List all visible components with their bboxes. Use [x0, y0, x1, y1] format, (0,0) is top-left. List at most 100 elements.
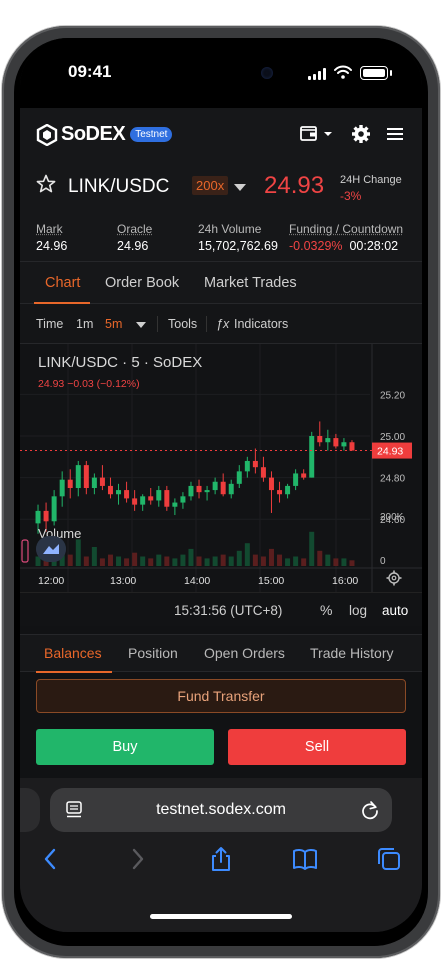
- candle-body: [341, 442, 347, 447]
- wallet-dropdown-icon[interactable]: [300, 124, 334, 144]
- pair-summary: LINK/USDC 200x 24.93 24H Change -3%: [20, 160, 422, 214]
- change-value: -3%: [340, 189, 362, 203]
- market-tabs: Chart Order Book Market Trades: [20, 262, 422, 304]
- interval-dropdown-icon[interactable]: [136, 322, 146, 328]
- stat-label[interactable]: Funding / Countdown: [289, 222, 403, 236]
- percent-scale-button[interactable]: %: [320, 602, 332, 618]
- stat-value: 24.96: [36, 239, 68, 253]
- tab-trade-history[interactable]: Trade History: [310, 645, 394, 661]
- tab-market-trades[interactable]: Market Trades: [204, 275, 297, 291]
- sodex-logo-icon: [36, 123, 58, 146]
- phone-screen: 09:41 SoDEX Testnet LINK/USDC 200x 24.93…: [20, 38, 422, 932]
- volume-bar: [107, 554, 113, 566]
- candle-body: [67, 479, 73, 488]
- candle-body: [349, 442, 355, 451]
- last-price-label: 24.93: [377, 446, 403, 458]
- x-tick-label: 16:00: [332, 575, 358, 587]
- function-icon: ƒx: [216, 317, 230, 331]
- volume-bar: [333, 558, 339, 566]
- volume-bar: [220, 554, 226, 566]
- x-tick-label: 14:00: [184, 575, 210, 587]
- address-bar[interactable]: testnet.sodex.com: [50, 788, 392, 832]
- chart-settings-icon[interactable]: [386, 570, 402, 586]
- candle-body: [132, 498, 138, 505]
- candle-body: [75, 465, 81, 488]
- previous-tab-preview[interactable]: [20, 788, 40, 832]
- tab-balances[interactable]: Balances: [44, 645, 102, 661]
- volume-bar: [341, 558, 347, 566]
- candle-body: [99, 477, 105, 486]
- last-price: 24.93: [264, 172, 325, 199]
- status-bar: 09:41: [20, 38, 422, 108]
- volume-bar: [67, 554, 73, 566]
- stat-funding: Funding / Countdown -0.0329% 00:28:02: [289, 222, 403, 253]
- back-icon[interactable]: [38, 846, 64, 872]
- candle-body: [107, 485, 113, 495]
- volume-bar: [124, 558, 130, 566]
- candle-body: [180, 496, 186, 503]
- candle-body: [285, 485, 291, 495]
- y-tick-label: 24.80: [380, 474, 405, 485]
- candle-body: [260, 467, 266, 478]
- candle-body: [268, 477, 274, 491]
- candle-body: [188, 485, 194, 497]
- buy-button[interactable]: Buy: [36, 729, 214, 765]
- price-chart[interactable]: 25.20 25.00 24.80 24.60 200K 0 24.93 12:00 13:00…: [20, 344, 422, 592]
- interval-1m[interactable]: 1m: [76, 317, 93, 331]
- candle-body: [91, 477, 97, 488]
- reload-icon[interactable]: [360, 800, 380, 820]
- sell-button[interactable]: Sell: [228, 729, 406, 765]
- tradingview-logo-icon[interactable]: [36, 536, 66, 562]
- wifi-icon: [334, 65, 352, 79]
- candle-body: [43, 510, 49, 522]
- candle-body: [148, 496, 154, 501]
- x-tick-label: 13:00: [110, 575, 136, 587]
- interval-5m[interactable]: 5m: [105, 317, 122, 331]
- time-button[interactable]: Time: [36, 317, 63, 331]
- candle-body: [51, 496, 57, 522]
- indicators-button[interactable]: Indicators: [234, 317, 288, 331]
- timezone-clock[interactable]: 15:31:56 (UTC+8): [174, 603, 282, 618]
- candle-body: [228, 483, 234, 495]
- tab-order-book[interactable]: Order Book: [105, 275, 179, 291]
- tab-open-orders[interactable]: Open Orders: [204, 645, 285, 661]
- pair-symbol[interactable]: LINK/USDC: [68, 176, 169, 198]
- stat-label[interactable]: Oracle: [117, 222, 152, 236]
- account-tabs: Balances Position Open Orders Trade Hist…: [20, 634, 422, 673]
- volume-bar: [148, 558, 154, 566]
- volume-bar: [140, 556, 146, 566]
- gear-icon[interactable]: [351, 124, 371, 144]
- tools-button[interactable]: Tools: [168, 317, 197, 331]
- share-icon[interactable]: [208, 846, 234, 872]
- volume-bar: [132, 552, 138, 566]
- leverage-badge[interactable]: 200x: [192, 176, 229, 195]
- candle-body: [196, 485, 202, 493]
- stat-label[interactable]: Mark: [36, 222, 67, 236]
- hamburger-menu-icon[interactable]: [386, 124, 404, 144]
- url-text[interactable]: testnet.sodex.com: [50, 801, 392, 819]
- favorite-star-icon[interactable]: [36, 174, 56, 194]
- brand-logo[interactable]: SoDEX Testnet: [36, 123, 173, 146]
- pair-dropdown-icon[interactable]: [234, 184, 246, 191]
- volume-bar: [99, 558, 105, 566]
- log-scale-button[interactable]: log: [349, 603, 367, 618]
- tab-position[interactable]: Position: [128, 645, 178, 661]
- volume-bar: [91, 547, 97, 566]
- fund-transfer-button[interactable]: Fund Transfer: [36, 679, 406, 713]
- candle-body: [140, 496, 146, 505]
- candle-body: [35, 510, 41, 524]
- volume-bar: [180, 554, 186, 566]
- candle-body: [293, 473, 299, 486]
- volume-bar: [236, 550, 242, 566]
- tab-chart[interactable]: Chart: [45, 275, 80, 291]
- funding-rate: -0.0329%: [289, 239, 343, 253]
- bookmarks-icon[interactable]: [292, 846, 318, 872]
- candle-body: [59, 479, 65, 497]
- tabs-icon[interactable]: [376, 846, 402, 872]
- volume-bar: [268, 548, 274, 566]
- home-indicator[interactable]: [150, 914, 292, 919]
- auto-scale-button[interactable]: auto: [382, 603, 408, 618]
- forward-icon[interactable]: [124, 846, 150, 872]
- volume-bar: [244, 543, 250, 566]
- volume-bar: [196, 556, 202, 566]
